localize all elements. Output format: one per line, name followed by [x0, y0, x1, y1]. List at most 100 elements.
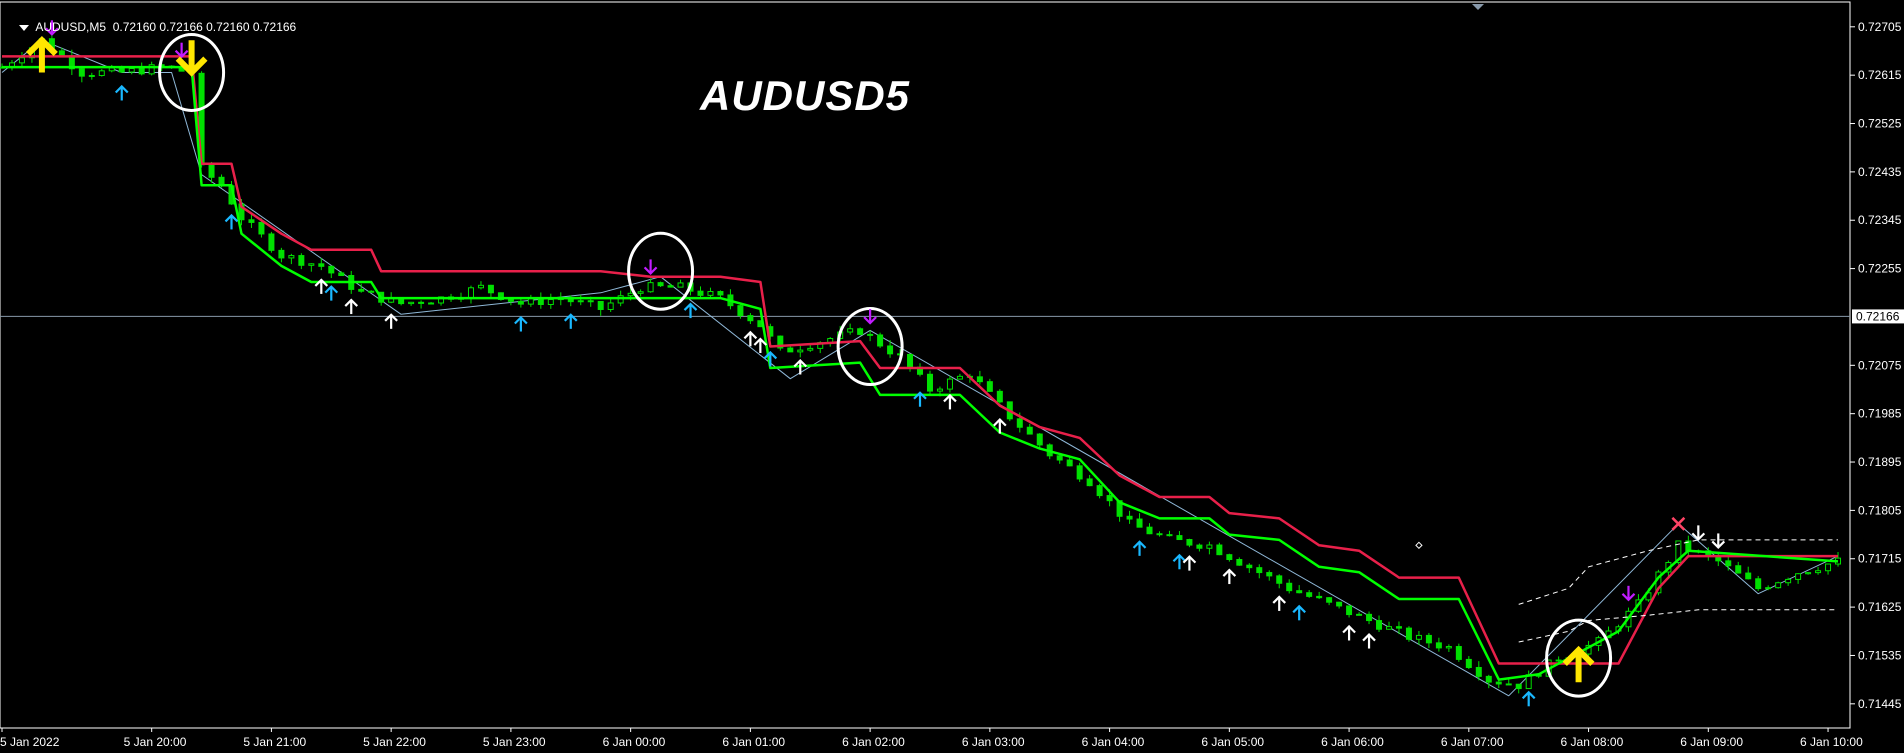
candle-body [847, 328, 854, 333]
time-tick-label: 6 Jan 10:00 [1800, 735, 1863, 749]
candle [1485, 674, 1492, 689]
cyan-up-arrow-icon [114, 84, 129, 101]
time-tick-label: 6 Jan 00:00 [603, 735, 666, 749]
candle-body [1206, 544, 1213, 549]
candle-body [867, 333, 874, 336]
candle [1435, 637, 1442, 652]
candle [1515, 683, 1522, 694]
white-up-arrow-icon [384, 313, 398, 329]
candle-body [1765, 587, 1772, 590]
candle [1276, 574, 1283, 589]
candle [1835, 551, 1842, 567]
candle-body [607, 302, 614, 310]
candle [497, 292, 504, 301]
candle [418, 300, 425, 309]
cyan-up-arrow-icon [563, 313, 578, 329]
candle-body [487, 284, 494, 294]
candle-body [208, 164, 215, 178]
price-tick-label: 0.71985 [1858, 407, 1902, 421]
time-tick-label: 6 Jan 07:00 [1441, 735, 1504, 749]
current-price-label: 0.72166 [1856, 309, 1900, 323]
candle-body [298, 255, 305, 266]
candle-body [986, 381, 993, 392]
candle [1036, 433, 1043, 449]
candle [298, 253, 305, 270]
candle [1076, 462, 1083, 482]
candle [517, 298, 524, 308]
candle [1296, 585, 1303, 594]
candle [1126, 510, 1133, 524]
white-up-arrow-icon [1182, 555, 1197, 571]
candle-body [78, 68, 85, 77]
candle [1735, 561, 1742, 574]
cyan-up-arrow-icon [1132, 540, 1147, 556]
candle-body [1306, 592, 1313, 597]
candle-body [1445, 646, 1452, 649]
price-tick-label: 0.72525 [1858, 117, 1902, 131]
candle [1266, 570, 1273, 581]
candle [577, 294, 584, 306]
candle-body [1395, 626, 1402, 629]
candle-body [328, 265, 335, 274]
candle [807, 344, 814, 352]
candle [777, 335, 784, 351]
candle-body [98, 70, 105, 76]
candle-body [637, 291, 644, 294]
candle-body [946, 378, 953, 390]
candle-body [428, 302, 435, 305]
cyan-up-arrow-icon [1292, 604, 1306, 621]
candle [527, 294, 534, 307]
candle [1086, 474, 1093, 487]
candle-body [1346, 605, 1353, 616]
chart-window[interactable]: 0.72705 0.72615 0.72525 0.72435 0.72345 0.722… [0, 0, 1904, 753]
candle [1306, 590, 1313, 598]
candle-body [1146, 526, 1153, 535]
candle [138, 62, 145, 76]
candle [946, 375, 953, 393]
time-tick-label: 5 Jan 23:00 [483, 735, 546, 749]
candle-body [1036, 433, 1043, 446]
candle [1455, 643, 1462, 662]
candle-body [577, 300, 584, 303]
price-tick-label: 0.71805 [1858, 503, 1902, 517]
candle-body [517, 300, 524, 305]
cross-marker-icon [1671, 516, 1686, 531]
candle-body [1056, 455, 1063, 461]
candle [1326, 597, 1333, 606]
candle [847, 323, 854, 335]
candle [328, 265, 335, 279]
ohlc-values: 0.72160 0.72166 0.72160 0.72166 [112, 20, 297, 34]
candle-body [248, 219, 255, 223]
candle-body [1236, 559, 1243, 566]
candle [857, 327, 864, 336]
candle-body [717, 291, 724, 296]
candle-body [1465, 658, 1472, 668]
symbol-timeframe: AUDUSD,M5 [35, 20, 107, 34]
white-up-arrow-icon [1272, 595, 1287, 611]
candle [408, 301, 415, 306]
candle-body [996, 390, 1003, 403]
price-chart[interactable]: 0.72705 0.72615 0.72525 0.72435 0.72345 0.722… [0, 0, 1904, 753]
candle [208, 161, 215, 183]
candle [1376, 615, 1383, 633]
candle-body [1775, 582, 1782, 589]
candle [537, 292, 544, 309]
candle [956, 373, 963, 380]
cyan-up-arrow-icon [1521, 690, 1536, 707]
candle [1725, 555, 1732, 571]
candle-body [677, 282, 684, 288]
candle-body [787, 347, 794, 353]
candle-body [1106, 495, 1113, 502]
candle-body [1156, 533, 1163, 536]
collapse-triangle-icon[interactable] [19, 24, 30, 31]
candle-body [418, 301, 425, 304]
candle-body [1316, 595, 1323, 599]
candle-body [1216, 544, 1223, 556]
candle-body [358, 288, 365, 292]
candle-body [308, 263, 315, 266]
candle [18, 52, 25, 67]
candle-body [138, 67, 145, 75]
candle-body [1376, 620, 1383, 630]
candle-body [1026, 426, 1033, 435]
candle-body [1296, 590, 1303, 594]
